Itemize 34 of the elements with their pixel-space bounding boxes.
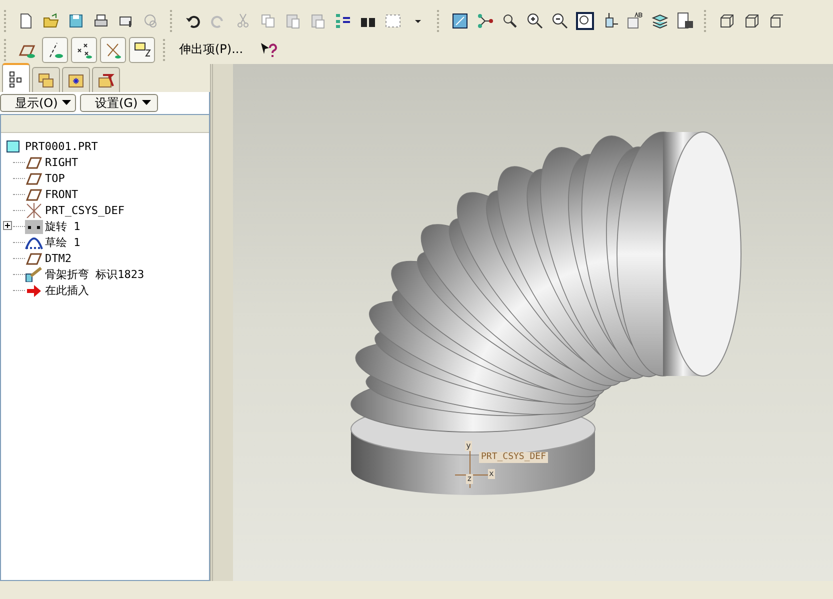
axis-label: z: [466, 474, 473, 484]
tree-item[interactable]: DTM2: [45, 252, 72, 264]
dropdown-menu-button[interactable]: 设置(G): [80, 94, 158, 112]
folder-browser-icon: [37, 71, 55, 89]
tools-icon: [97, 71, 115, 89]
csys-display-icon[interactable]: [100, 36, 126, 62]
tree-item[interactable]: PRT0001.PRT: [25, 140, 98, 152]
tree-item[interactable]: 草绘 1: [45, 234, 80, 250]
caret-icon: [142, 100, 151, 106]
axis-label: y: [465, 441, 472, 451]
tools-tab[interactable]: [92, 67, 120, 92]
tree-item[interactable]: 在此插入: [45, 282, 89, 298]
tree-item[interactable]: TOP: [45, 172, 65, 184]
axis-label: x: [488, 469, 495, 479]
command-label[interactable]: 伸出项(P)...: [175, 41, 254, 58]
tree-item[interactable]: PRT_CSYS_DEF: [45, 204, 124, 216]
tree-item[interactable]: 旋转 1: [45, 218, 80, 234]
tree-item[interactable]: FRONT: [45, 188, 78, 200]
insert-arrow-icon: [25, 282, 43, 298]
favorites-tab[interactable]: [62, 67, 90, 92]
csys-label: PRT_CSYS_DEF: [479, 452, 548, 463]
revolve-feature-icon: [25, 218, 43, 234]
spinal-bend-icon: [25, 266, 43, 282]
tree-item[interactable]: RIGHT: [45, 156, 78, 168]
expand-toggle[interactable]: [3, 221, 12, 230]
csys-icon: [25, 202, 43, 218]
zoom-fit-icon[interactable]: [574, 10, 596, 32]
annotation-display-icon[interactable]: [129, 36, 155, 62]
tree-item[interactable]: 骨架折弯 标识1823: [45, 266, 144, 282]
datum-point-display-icon[interactable]: [71, 36, 97, 62]
dropdown-menu-button[interactable]: 显示(O): [0, 94, 76, 112]
model-tree-tab[interactable]: [2, 63, 30, 92]
caret-icon: [62, 100, 71, 106]
folder-browser-tab[interactable]: [32, 67, 60, 92]
